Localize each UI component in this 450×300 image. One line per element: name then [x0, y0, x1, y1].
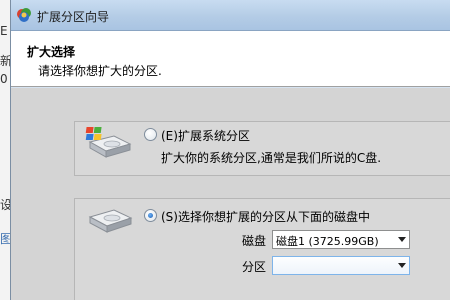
extend-system-partition-label[interactable]: (E)扩展系统分区 [161, 127, 250, 144]
windows-disk-icon [85, 127, 132, 158]
extend-system-partition-description: 扩大你的系统分区,通常是我们所说的C盘. [161, 151, 382, 165]
wizard-header: 扩大选择 请选择你想扩大的分区. [11, 31, 450, 87]
chevron-down-icon [398, 237, 406, 242]
disk-label: 磁盘 [242, 234, 267, 248]
app-logo-icon [17, 8, 31, 22]
disk-select[interactable]: 磁盘1 (3725.99GB) [272, 230, 410, 249]
option-select-partition: (S)选择你想扩展的分区从下面的磁盘中 磁盘 磁盘1 (3725.99GB) 分… [74, 198, 450, 300]
page-subtitle: 请选择你想扩大的分区. [38, 64, 162, 78]
select-partition-radio[interactable] [144, 209, 157, 222]
disk-icon [88, 209, 133, 233]
page-title: 扩大选择 [27, 45, 76, 59]
window-title: 扩展分区向导 [37, 10, 110, 24]
extend-system-partition-radio[interactable] [144, 128, 157, 141]
select-partition-label[interactable]: (S)选择你想扩展的分区从下面的磁盘中 [161, 208, 370, 225]
chevron-down-icon [398, 263, 406, 268]
wizard-content: (E)扩展系统分区 扩大你的系统分区,通常是我们所说的C盘. (S)选择你想扩展… [11, 88, 450, 300]
extend-partition-wizard-window: 扩展分区向导 扩大选择 请选择你想扩大的分区. (E)扩展系统分区 扩大你的系统… [10, 0, 450, 300]
partition-label: 分区 [242, 260, 267, 274]
partition-select[interactable] [272, 256, 410, 275]
option-extend-system-partition: (E)扩展系统分区 扩大你的系统分区,通常是我们所说的C盘. [74, 121, 450, 176]
disk-select-value: 磁盘1 (3725.99GB) [276, 235, 379, 248]
title-bar[interactable]: 扩展分区向导 [11, 0, 450, 31]
